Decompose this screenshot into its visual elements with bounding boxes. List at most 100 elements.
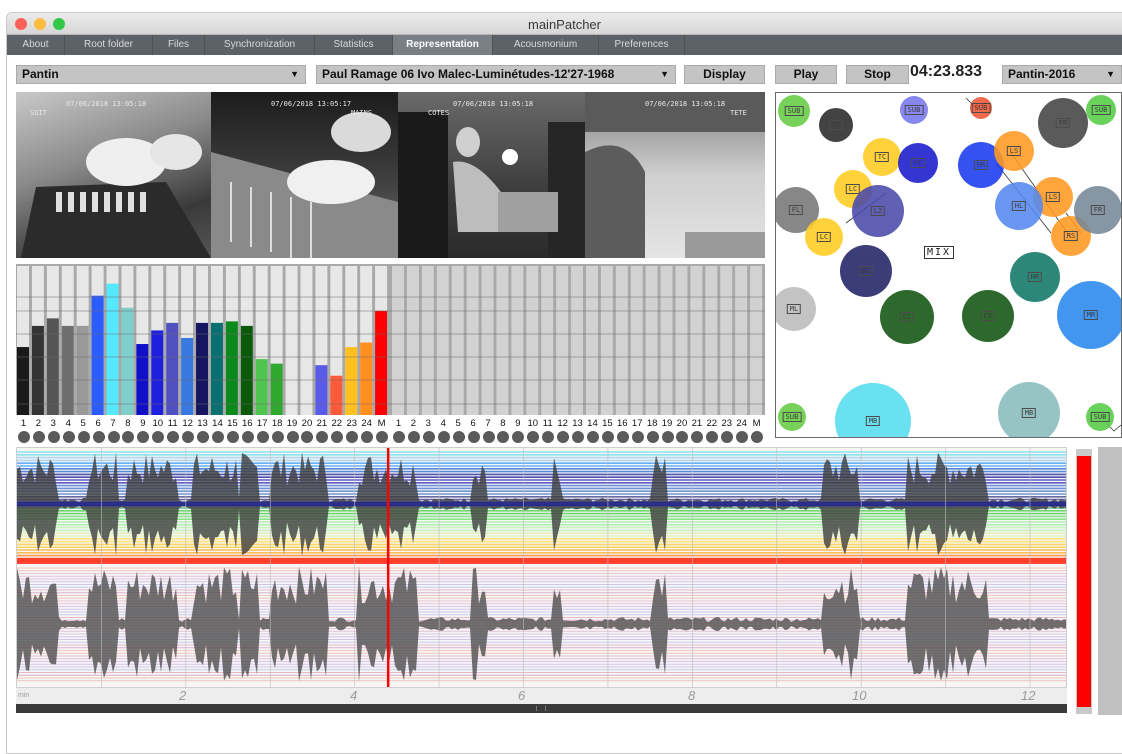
channel-select-button[interactable] xyxy=(77,431,90,443)
channel-select-button[interactable] xyxy=(751,431,764,443)
speaker-circle[interactable]: SUB xyxy=(900,96,928,124)
speaker-circle[interactable]: LS xyxy=(994,131,1034,171)
channel-select-button[interactable] xyxy=(92,431,105,443)
channel-select-button[interactable] xyxy=(437,431,450,443)
channel-select-button[interactable] xyxy=(631,431,644,443)
video-panel-3[interactable]: 07/06/2018 13:05:18 COTES xyxy=(398,92,585,258)
tab-root-folder[interactable]: Root folder xyxy=(65,35,153,55)
channel-select-button[interactable] xyxy=(241,431,254,443)
speaker-circle[interactable]: FR xyxy=(1074,186,1121,234)
channel-label: 20 xyxy=(301,418,313,429)
meter-bar xyxy=(255,359,268,415)
venue-select[interactable]: Pantin ▼ xyxy=(16,65,306,84)
channel-select-button[interactable] xyxy=(661,431,674,443)
channel-label: 4 xyxy=(65,418,71,429)
tab-statistics[interactable]: Statistics xyxy=(315,35,393,55)
channel-select-button[interactable] xyxy=(616,431,629,443)
channel-label: 12 xyxy=(557,418,568,429)
meter-track xyxy=(285,266,298,415)
speaker-circle[interactable]: SUB xyxy=(970,97,992,119)
channel-select-button[interactable] xyxy=(47,431,60,443)
tab-bar: About Root folder Files Synchronization … xyxy=(7,35,1122,55)
channel-select-button[interactable] xyxy=(422,431,435,443)
tab-representation[interactable]: Representation xyxy=(393,35,493,55)
channel-select-button[interactable] xyxy=(586,431,599,443)
speaker-circle[interactable]: FR xyxy=(1038,98,1088,148)
channel-select-button[interactable] xyxy=(62,431,75,443)
speaker-label: MR xyxy=(1083,310,1099,320)
channel-label: 23 xyxy=(721,418,733,429)
speaker-circle[interactable]: SUB xyxy=(778,403,806,431)
video-panel-1[interactable]: 07/06/2018 13:05:18 SUIT xyxy=(16,92,211,258)
speaker-circle[interactable]: HR xyxy=(1010,252,1060,302)
time-axis: min 2 4 6 8 10 12 xyxy=(16,688,1067,704)
tab-about[interactable]: About xyxy=(7,35,65,55)
channel-select-button[interactable] xyxy=(197,431,210,443)
axis-unit-label: min xyxy=(18,692,30,699)
channel-select-button[interactable] xyxy=(467,431,480,443)
channel-select-button[interactable] xyxy=(452,431,465,443)
speaker-circle[interactable]: LC xyxy=(805,218,843,256)
speaker-circle[interactable]: CL xyxy=(880,290,934,344)
speaker-circle[interactable]: CR xyxy=(962,290,1014,342)
speaker-circle[interactable]: HL xyxy=(840,245,892,297)
tab-synchronization[interactable]: Synchronization xyxy=(205,35,315,55)
channel-select-button[interactable] xyxy=(482,431,495,443)
video-panel-2[interactable]: 07/06/2018 13:05:17 MAINS xyxy=(211,92,398,258)
speaker-circle[interactable]: SUB xyxy=(1086,95,1116,125)
channel-select-button[interactable] xyxy=(407,431,420,443)
waveform-view[interactable] xyxy=(16,447,1067,688)
tab-preferences[interactable]: Preferences xyxy=(599,35,685,55)
preset-select-value: Pantin-2016 xyxy=(1008,67,1076,81)
scrollbar-grip[interactable] xyxy=(536,706,546,711)
channel-select-button[interactable] xyxy=(211,431,224,443)
timeline-scrollbar[interactable] xyxy=(16,704,1067,713)
meter-bar xyxy=(61,325,74,415)
display-button[interactable]: Display xyxy=(684,65,765,84)
channel-select-button[interactable] xyxy=(286,431,299,443)
channel-select-button[interactable] xyxy=(557,431,570,443)
speaker-circle[interactable]: FC xyxy=(898,143,938,183)
speaker-label: HL xyxy=(858,266,874,276)
chevron-down-icon: ▼ xyxy=(660,69,669,79)
preset-select[interactable]: Pantin-2016 ▼ xyxy=(1002,65,1122,84)
meter-bar xyxy=(181,337,194,415)
play-button[interactable]: Play xyxy=(775,65,837,84)
channel-label: 6 xyxy=(470,418,476,429)
channel-select-button[interactable] xyxy=(646,431,659,443)
channel-select-button[interactable] xyxy=(572,431,585,443)
meter-bar xyxy=(210,322,223,415)
channel-select-button[interactable] xyxy=(393,431,405,443)
tab-files[interactable]: Files xyxy=(153,35,205,55)
channel-label: 17 xyxy=(256,418,268,429)
channel-label: 15 xyxy=(227,418,238,429)
channel-select-button[interactable] xyxy=(226,431,239,443)
channel-select-button[interactable] xyxy=(271,431,284,443)
channel-select-button[interactable] xyxy=(376,431,389,443)
meter-track xyxy=(436,266,449,415)
speaker-circle[interactable]: SUB xyxy=(1086,403,1114,431)
channel-select-button[interactable] xyxy=(182,431,195,443)
channel-label: 7 xyxy=(110,418,116,429)
tab-acousmonium[interactable]: Acousmonium xyxy=(493,35,599,55)
channel-select-button[interactable] xyxy=(107,431,120,443)
speaker-circle[interactable]: RR xyxy=(819,108,853,142)
speaker-circle[interactable]: L2 xyxy=(852,185,904,237)
piece-select[interactable]: Paul Ramage 06 Ivo Malec-Luminétudes-12'… xyxy=(316,65,676,84)
channel-select-button[interactable] xyxy=(256,431,269,443)
meter-bar xyxy=(270,363,283,415)
spatialisation-map[interactable]: SUB RR SUB SUB FR SUB TC FC HR LS FL LC L2 LS HL RS FR LC… xyxy=(775,92,1122,438)
channel-select-button[interactable] xyxy=(18,431,30,443)
speaker-circle[interactable]: MR xyxy=(1057,281,1121,349)
performer-image xyxy=(398,112,585,258)
speaker-circle[interactable]: SUB xyxy=(778,95,810,127)
meter-bar xyxy=(46,318,59,415)
speaker-circle[interactable]: MB xyxy=(998,382,1060,437)
meter-bar xyxy=(225,321,238,415)
channel-select-button[interactable] xyxy=(32,431,45,443)
stop-button[interactable]: Stop xyxy=(846,65,909,84)
speaker-circle[interactable]: TC xyxy=(863,138,901,176)
video-panel-4[interactable]: 07/06/2018 13:05:18 TETE xyxy=(585,92,765,258)
channel-select-button[interactable] xyxy=(601,431,614,443)
speaker-circle[interactable]: HL xyxy=(995,182,1043,230)
